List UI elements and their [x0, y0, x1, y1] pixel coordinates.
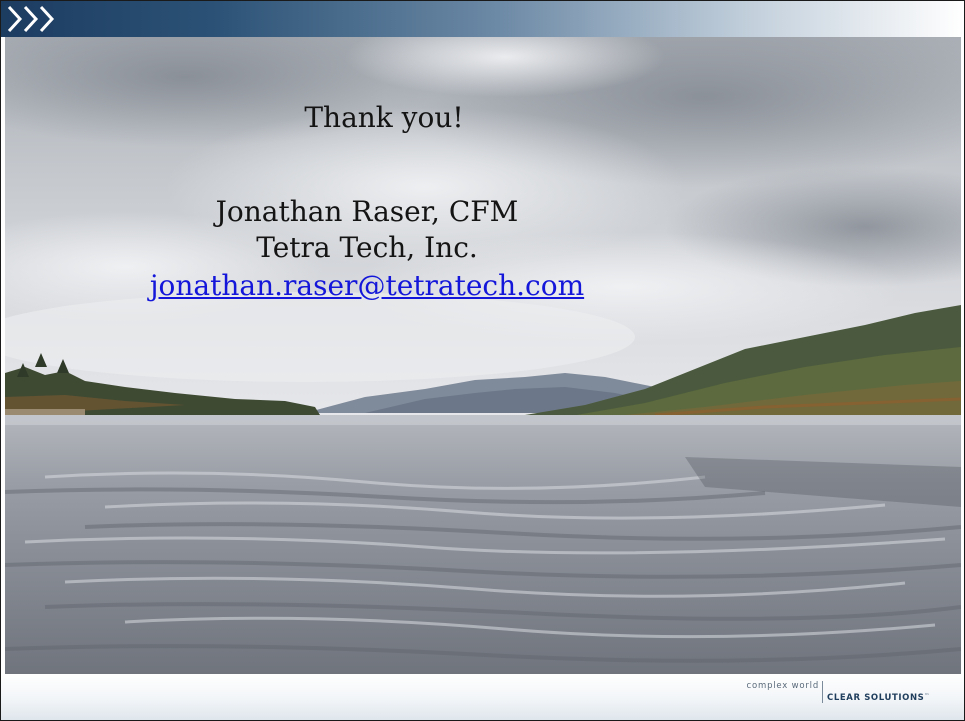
header-bar	[1, 1, 964, 37]
slide: Thank you! Jonathan Raser, CFM Tetra Tec…	[0, 0, 965, 721]
tagline-right-wrap: CLEAR SOLUTIONS™	[823, 681, 930, 703]
tagline-right: CLEAR SOLUTIONS	[827, 693, 925, 703]
tagline-left: complex world	[746, 681, 820, 691]
thank-you-heading: Thank you!	[304, 101, 464, 134]
chevron-arrows-icon	[7, 5, 55, 33]
contact-name: Jonathan Raser, CFM	[215, 195, 519, 228]
footer-bar: complex world CLEAR SOLUTIONS™	[1, 674, 964, 720]
tagline-logo: complex world CLEAR SOLUTIONS™	[747, 681, 930, 703]
contact-company: Tetra Tech, Inc.	[256, 231, 478, 264]
trademark-mark: ™	[924, 693, 930, 699]
contact-email-link[interactable]: jonathan.raser@tetratech.com	[5, 269, 729, 303]
